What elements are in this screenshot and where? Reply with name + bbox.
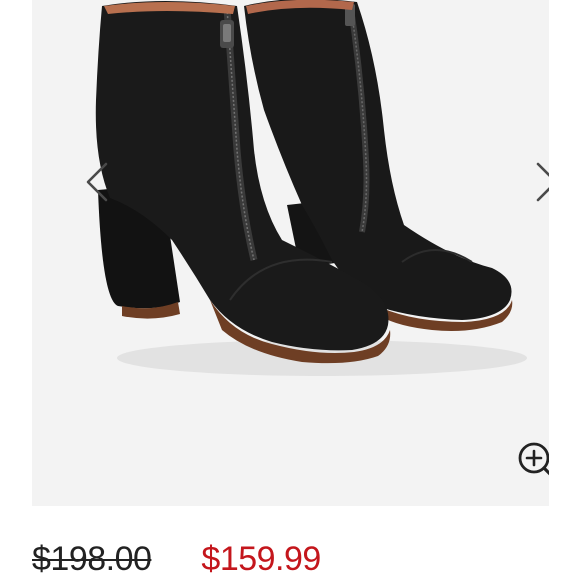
- listing-screen: $198.00 $159.99: [0, 0, 580, 580]
- product-gallery[interactable]: [32, 0, 549, 506]
- price-row: $198.00 $159.99: [32, 540, 321, 580]
- chevron-right-icon[interactable]: [532, 160, 549, 204]
- zoom-in-icon[interactable]: [514, 438, 549, 484]
- original-price: $198.00: [32, 540, 152, 578]
- sale-price: $159.99: [201, 540, 321, 578]
- product-image: [32, 0, 549, 506]
- chevron-left-icon[interactable]: [82, 160, 112, 204]
